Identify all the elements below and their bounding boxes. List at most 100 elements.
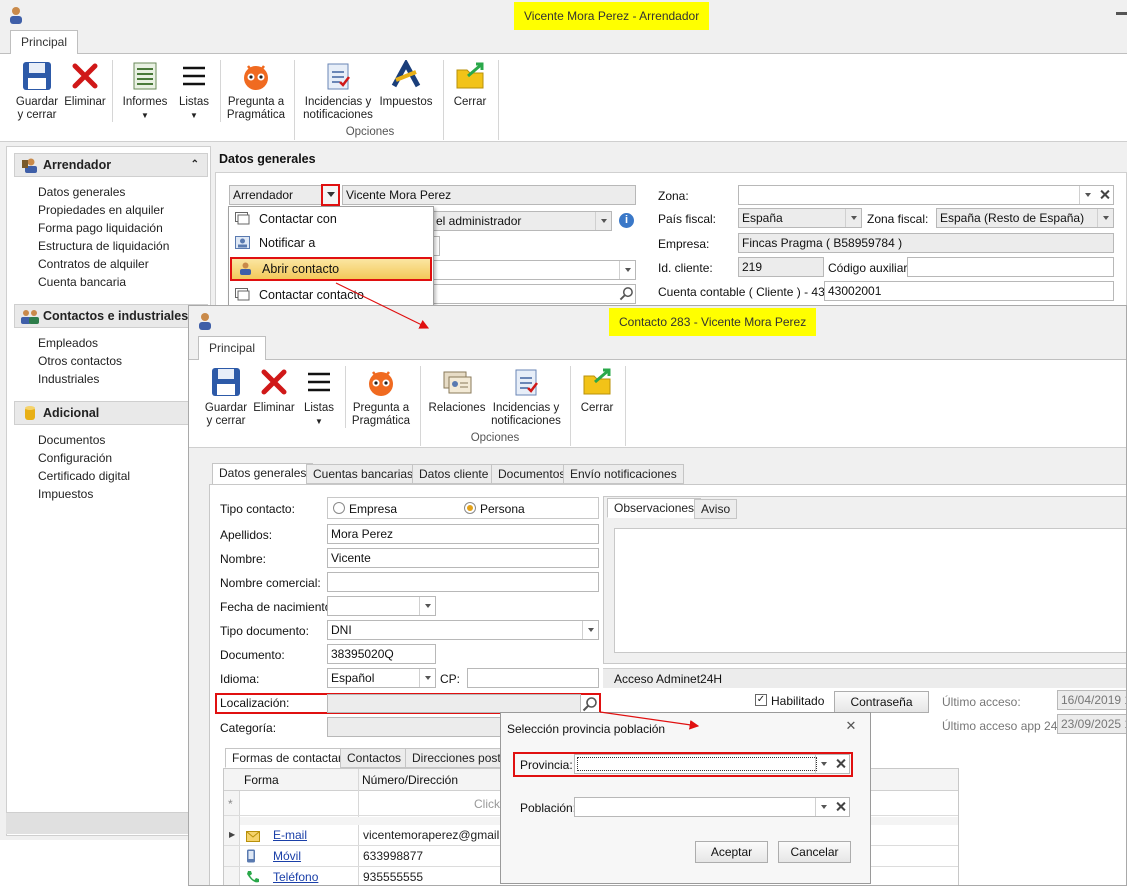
nav-item[interactable]: Estructura de liquidación (38, 239, 169, 253)
contact-incidents-button[interactable]: Incidencias y notificaciones (489, 366, 563, 428)
id-cliente-label: Id. cliente: (658, 261, 713, 275)
window-restore-icon[interactable] (1116, 12, 1127, 15)
menu-item-notificar-a[interactable]: Notificar a (229, 231, 433, 255)
habilitado-checkbox[interactable]: ✓ (755, 694, 767, 706)
nav-item[interactable]: Cuenta bancaria (38, 275, 126, 289)
radio-empresa[interactable] (333, 502, 345, 514)
pais-fiscal-select[interactable]: España (738, 208, 862, 228)
nav-item[interactable]: Configuración (38, 451, 112, 465)
idioma-select[interactable]: Español (327, 668, 436, 688)
contrasena-button[interactable]: Contraseña (834, 691, 929, 713)
provincia-select[interactable] (574, 754, 850, 774)
clear-x-icon[interactable] (833, 755, 849, 773)
contact-delete-button[interactable]: Eliminar (253, 366, 295, 415)
admin-select[interactable]: el administrador (432, 211, 612, 231)
taxes-button[interactable]: Impuestos (378, 60, 434, 109)
menu-item-abrir-contacto[interactable]: Abrir contacto (230, 257, 432, 281)
categoria-field[interactable] (327, 717, 503, 737)
nav-item[interactable]: Datos generales (38, 185, 125, 199)
row-forma-link[interactable]: E-mail (273, 825, 307, 845)
contact-tab[interactable]: Datos cliente (412, 464, 496, 484)
contact-tab[interactable]: Envío notificaciones (563, 464, 684, 484)
tab-aviso[interactable]: Aviso (694, 499, 738, 519)
codigo-aux-field[interactable] (907, 257, 1114, 277)
tipo-documento-select[interactable]: DNI (327, 620, 599, 640)
contact-tab[interactable]: Datos generales (212, 463, 314, 485)
nav-section-adicional[interactable]: Adicional (14, 401, 208, 425)
lists-label: Listas (178, 96, 210, 108)
pais-fiscal-value: España (742, 211, 783, 225)
poblacion-select[interactable] (574, 797, 850, 817)
contact-save-close-button[interactable]: Guardar y cerrar (203, 366, 249, 428)
contact-close-button[interactable]: Cerrar (577, 366, 617, 415)
id-cliente-field[interactable]: 219 (738, 257, 824, 277)
contact-tab[interactable]: Documentos (491, 464, 573, 484)
save-close-button[interactable]: Guardar y cerrar (14, 60, 60, 122)
contact-ask-pragmatica-button[interactable]: Pregunta a Pragmática (351, 366, 411, 428)
radio-empresa-label: Empresa (349, 502, 398, 516)
main-tab-principal[interactable]: Principal (10, 30, 79, 55)
reports-button[interactable]: Informes ▼ (120, 60, 170, 122)
contact-lists-button[interactable]: Listas ▼ (299, 366, 339, 428)
accept-button[interactable]: Aceptar (695, 841, 768, 863)
menu-item-contactar-contacto[interactable]: Contactar contacto (229, 283, 433, 307)
nav-item[interactable]: Documentos (38, 433, 105, 447)
grid-col-forma[interactable]: Forma (244, 773, 279, 787)
cuenta-field[interactable]: 43002001 (824, 281, 1114, 301)
cancel-button[interactable]: Cancelar (778, 841, 851, 863)
nav-item[interactable]: Forma pago liquidación (38, 221, 163, 235)
zona-fiscal-select[interactable]: España (Resto de España) (936, 208, 1114, 228)
chevron-down-icon[interactable] (419, 597, 435, 615)
nav-section-arrendador-label: Arrendador (43, 158, 112, 172)
grid-col-numero[interactable]: Número/Dirección (362, 773, 458, 787)
fecha-nacimiento-picker[interactable] (327, 596, 436, 616)
cp-field[interactable] (467, 668, 599, 688)
nav-item[interactable]: Certificado digital (38, 469, 130, 483)
chevron-down-icon[interactable] (815, 798, 831, 816)
nombre-field[interactable]: Vicente (327, 548, 599, 568)
contact-tab-principal[interactable]: Principal (198, 336, 267, 361)
menu-item-contactar-con[interactable]: Contactar con (229, 207, 433, 231)
contact-tab[interactable]: Cuentas bancarias (306, 464, 421, 484)
nav-item[interactable]: Empleados (38, 336, 98, 350)
delete-button[interactable]: Eliminar (64, 60, 106, 109)
landlord-name-field[interactable]: Vicente Mora Perez (342, 185, 636, 205)
observaciones-textarea[interactable] (614, 528, 1126, 653)
collapse-chevron-icon[interactable]: ⌃ (191, 154, 199, 176)
incidents-button[interactable]: Incidencias y notificaciones (302, 60, 374, 122)
nav-item[interactable]: Propiedades en alquiler (38, 203, 164, 217)
nav-item[interactable]: Industriales (38, 372, 99, 386)
documento-field[interactable]: 38395020Q (327, 644, 436, 664)
clear-x-icon[interactable] (1097, 186, 1113, 204)
main-search-row5[interactable] (432, 284, 636, 304)
localizacion-field[interactable] (327, 694, 581, 713)
relations-button[interactable]: Relaciones (427, 366, 487, 415)
clear-x-icon[interactable] (833, 798, 849, 816)
nav-section-contactos[interactable]: Contactos e industriales (14, 304, 208, 328)
dialog-close-icon[interactable]: ✕ (844, 719, 858, 733)
lists-button[interactable]: Listas ▼ (174, 60, 214, 122)
magnifier-icon[interactable] (619, 286, 634, 301)
close-button[interactable]: Cerrar (450, 60, 490, 109)
empresa-field[interactable]: Fincas Pragma ( B58959784 ) (738, 233, 1114, 253)
nav-item[interactable]: Otros contactos (38, 354, 122, 368)
bottom-tab[interactable]: Contactos (340, 748, 409, 768)
bottom-tab[interactable]: Formas de contactar (225, 748, 350, 768)
contact-type-dropdown-button[interactable] (321, 184, 340, 206)
row-forma-link[interactable]: Móvil (273, 846, 301, 866)
nav-item[interactable]: Impuestos (38, 487, 93, 501)
contact-type-field[interactable]: Arrendador (229, 185, 323, 205)
zona-select[interactable] (738, 185, 1114, 205)
ask-pragmatica-button[interactable]: Pregunta a Pragmática (226, 60, 286, 122)
main-select-row4[interactable] (432, 260, 636, 280)
nav-item[interactable]: Contratos de alquiler (38, 257, 149, 271)
chevron-down-icon[interactable] (815, 755, 831, 773)
row-forma-link[interactable]: Teléfono (273, 867, 318, 885)
radio-persona[interactable] (464, 502, 476, 514)
nombre-comercial-field[interactable] (327, 572, 599, 592)
magnifier-icon[interactable] (582, 696, 598, 712)
info-icon[interactable]: i (619, 213, 634, 228)
tab-observaciones[interactable]: Observaciones (607, 498, 702, 518)
nav-section-arrendador[interactable]: Arrendador ⌃ (14, 153, 208, 177)
apellidos-field[interactable]: Mora Perez (327, 524, 599, 544)
